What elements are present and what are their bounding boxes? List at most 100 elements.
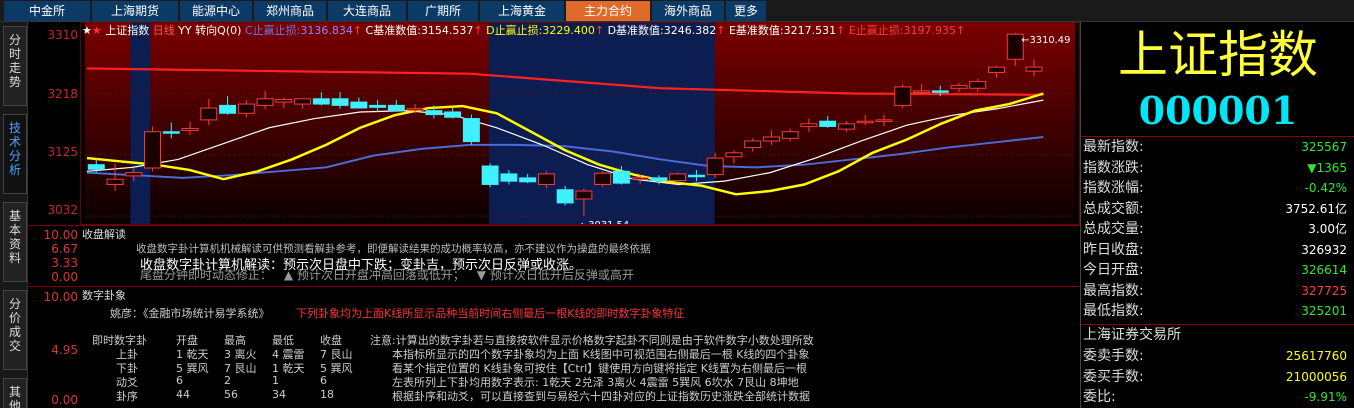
candle-up xyxy=(106,178,124,185)
candle-down xyxy=(312,98,330,105)
top-tab-bar: 中金所 上海期货 能源中心 郑州商品 大连商品 广期所 上海黄金 主力合约 海外… xyxy=(0,0,1354,22)
candle-up xyxy=(406,108,424,111)
vtab-technical[interactable]: 技术分析 xyxy=(3,114,27,194)
candle-up xyxy=(294,98,312,105)
exchange-name-row: 上海证券交易所 xyxy=(1081,325,1354,345)
tab-cffex[interactable]: 中金所 xyxy=(4,1,90,21)
vtab-label: 技术分析 xyxy=(8,121,21,177)
quote-value: -9.91% xyxy=(1304,390,1347,404)
quote-row: 最低指数: 325201 xyxy=(1081,301,1354,321)
vtab-time-chart[interactable]: 分时走势 xyxy=(3,26,27,106)
quote-value: 3752.61亿 xyxy=(1285,201,1347,216)
d-base-label: D基准数值: xyxy=(607,24,664,37)
c-stop-value: 3136.834 xyxy=(300,24,353,37)
candle-up xyxy=(181,127,199,131)
quote-value: 325201 xyxy=(1301,304,1347,318)
vtab-price-volume[interactable]: 分价成交 xyxy=(3,290,27,370)
y-label-3310: 3310 xyxy=(47,28,78,42)
candle-down xyxy=(500,173,518,182)
tab-main-contract[interactable]: 主力合约 xyxy=(566,1,650,21)
quote-label: 总成交量: xyxy=(1083,221,1144,237)
quote-value: 326614 xyxy=(1301,263,1347,277)
tab-dce[interactable]: 大连商品 xyxy=(328,1,406,21)
candle-down xyxy=(219,104,237,114)
e-stop-value: 3197.935 xyxy=(903,24,957,37)
hex-table-cell: 34 xyxy=(272,388,286,401)
quote-label: 委卖手数: xyxy=(1083,348,1144,364)
vtab-label: 其他 xyxy=(8,385,21,408)
up-arrow-icon: ↑ xyxy=(836,24,846,37)
candle-up xyxy=(744,140,762,149)
candle-up xyxy=(856,120,874,124)
quote-value: 326932 xyxy=(1301,242,1347,257)
tab-ine[interactable]: 能源中心 xyxy=(180,1,252,21)
candle-up xyxy=(125,172,143,177)
index-name: 上证指数 xyxy=(1118,26,1318,84)
vtab-fundamentals[interactable]: 基本资料 xyxy=(3,202,27,282)
exchange-name: 上海证券交易所 xyxy=(1083,327,1181,343)
tab-more[interactable]: 更多 xyxy=(726,1,766,21)
candle-down xyxy=(931,90,949,93)
star-icon: ★ xyxy=(82,24,92,37)
highlight-band-1 xyxy=(130,23,151,224)
quote-row: 最高指数: 327725 xyxy=(1081,281,1354,301)
candle-up xyxy=(706,157,724,176)
y-label-3218: 3218 xyxy=(47,87,78,101)
candle-up xyxy=(237,103,255,114)
d-stop-label: D止赢止损: xyxy=(486,24,543,37)
e-base-label: E基准数值: xyxy=(728,24,784,37)
tab-sge[interactable]: 上海黄金 xyxy=(480,1,564,21)
up-arrow-icon: ↑ xyxy=(956,24,966,37)
interp-dynamic-label: 尾盘分钟即时动态修正： xyxy=(140,268,273,282)
hex-y-0: 0.00 xyxy=(51,393,78,407)
candle-up xyxy=(781,131,799,139)
d-base-value: 3246.382 xyxy=(663,24,717,37)
tab-gfex[interactable]: 广期所 xyxy=(408,1,478,21)
interp-y-333: 3.33 xyxy=(51,256,78,270)
vtab-label: 分时走势 xyxy=(8,33,21,89)
candle-up xyxy=(838,123,855,130)
quote-label: 最高指数: xyxy=(1083,282,1144,299)
candle-up xyxy=(913,90,930,93)
hex-table-cell: 18 xyxy=(320,388,334,401)
index-code: 000001 xyxy=(1138,88,1298,133)
quote-row: 总成交额: 3752.61亿 xyxy=(1081,199,1354,219)
up-arrow-icon: ↑ xyxy=(473,24,483,37)
kline-title: 上证指数 xyxy=(105,24,150,37)
quote-row: 昨日收盘: 326932 xyxy=(1081,240,1354,260)
quote-value: 21000056 xyxy=(1285,369,1347,384)
y-label-3125: 3125 xyxy=(47,145,78,159)
hex-table-cell: 6 xyxy=(320,374,327,387)
y-label-3032: 3032 xyxy=(47,203,78,217)
candle-up xyxy=(894,86,912,106)
kline-chart[interactable]: ←3310.49←3031.54 xyxy=(80,22,1080,225)
quote-row: 委比: -9.91% xyxy=(1081,387,1354,407)
candle-down xyxy=(162,131,180,134)
candle-up xyxy=(669,173,687,181)
triangle-up-icon: ▲ xyxy=(283,268,294,282)
candle-down xyxy=(519,177,537,183)
candle-up xyxy=(969,81,987,89)
highlight-band-2 xyxy=(488,23,715,224)
hex-y-495: 4.95 xyxy=(51,343,78,357)
quote-label: 总成交额: xyxy=(1083,200,1144,217)
quote-value: -0.42% xyxy=(1304,181,1347,195)
candle-up xyxy=(725,152,743,158)
candle-down xyxy=(612,170,630,184)
vtab-other[interactable]: 其他 xyxy=(3,378,27,408)
c-base-label: C基准数值: xyxy=(365,24,421,37)
interp-dynamic-up: 预计次日开盘冲高回落或低开； xyxy=(296,268,465,282)
quote-label: 最低指数: xyxy=(1083,303,1144,319)
tab-overseas[interactable]: 海外商品 xyxy=(652,1,724,21)
candle-down xyxy=(556,189,574,204)
tab-shfe[interactable]: 上海期货 xyxy=(92,1,178,21)
kline-info-bar: ★★ 上证指数 日线 YY 转向Q(0) C止赢止损:3136.834↑ C基准… xyxy=(82,23,965,39)
candle-down xyxy=(687,174,705,178)
quote-label: 指数涨跌: xyxy=(1083,159,1144,176)
quote-row: 总成交量: 3.00亿 xyxy=(1081,219,1354,239)
tab-czce[interactable]: 郑州商品 xyxy=(254,1,326,21)
candle-up xyxy=(950,85,968,89)
hex-table-cell: 56 xyxy=(224,388,238,401)
kline-indicator: YY 转向Q(0) xyxy=(178,24,242,37)
quote-row: 指数涨幅: -0.42% xyxy=(1081,178,1354,198)
